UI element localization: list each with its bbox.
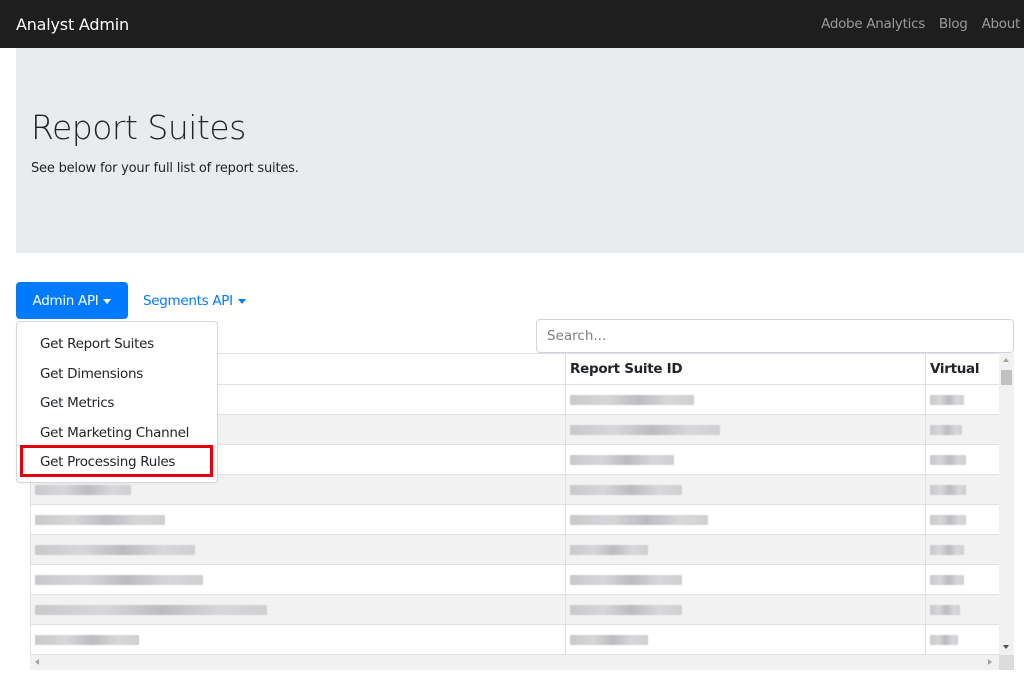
redacted-text xyxy=(930,484,966,495)
cell-report-suite-id xyxy=(565,384,926,415)
menu-item-get-dimensions[interactable]: Get Dimensions xyxy=(17,360,217,390)
redacted-text xyxy=(570,634,648,645)
top-navbar: Analyst Admin Adobe Analytics Blog About xyxy=(0,0,1024,48)
redacted-text xyxy=(570,394,694,405)
nav-link-adobe-analytics[interactable]: Adobe Analytics xyxy=(821,16,925,32)
nav-link-blog[interactable]: Blog xyxy=(939,16,968,32)
menu-item-get-report-suites[interactable]: Get Report Suites xyxy=(17,330,217,360)
caret-down-icon xyxy=(237,298,246,304)
redacted-text xyxy=(570,424,720,435)
redacted-text xyxy=(35,544,195,555)
cell-report-suite-id xyxy=(565,414,926,445)
table-row[interactable] xyxy=(30,564,1000,595)
cell-report-suite-id xyxy=(565,474,926,505)
redacted-text xyxy=(930,634,958,645)
menu-item-get-processing-rules[interactable]: Get Processing Rules xyxy=(17,448,217,478)
column-header-virtual[interactable]: Virtual xyxy=(925,353,1000,385)
table-row[interactable] xyxy=(30,534,1000,565)
redacted-text xyxy=(570,544,648,555)
redacted-text xyxy=(570,484,682,495)
cell-name xyxy=(30,594,566,625)
column-header-report-suite-id[interactable]: Report Suite ID xyxy=(565,353,926,385)
redacted-text xyxy=(35,484,131,495)
redacted-text xyxy=(570,514,708,525)
redacted-text xyxy=(35,514,165,525)
table-row[interactable] xyxy=(30,624,1000,655)
scroll-left-arrow-icon[interactable] xyxy=(35,659,39,665)
nav-link-about[interactable]: About xyxy=(982,16,1021,32)
scrollbar-thumb[interactable] xyxy=(1001,370,1012,385)
cell-virtual xyxy=(925,624,1000,655)
segments-api-dropdown-button[interactable]: Segments API xyxy=(134,282,255,319)
cell-report-suite-id xyxy=(565,444,926,475)
brand-logo[interactable]: Analyst Admin xyxy=(16,15,129,34)
redacted-text xyxy=(570,574,682,585)
admin-api-label: Admin API xyxy=(32,292,99,309)
cell-virtual xyxy=(925,504,1000,535)
cell-name xyxy=(30,624,566,655)
scroll-down-arrow-icon[interactable] xyxy=(1003,645,1009,649)
cell-name xyxy=(30,504,566,535)
caret-down-icon xyxy=(103,298,112,304)
cell-virtual xyxy=(925,474,1000,505)
search-input[interactable] xyxy=(536,319,1014,353)
cell-name xyxy=(30,564,566,595)
redacted-text xyxy=(35,604,267,615)
redacted-text xyxy=(35,574,203,585)
admin-api-dropdown-button[interactable]: Admin API xyxy=(16,282,128,319)
table-row[interactable] xyxy=(30,594,1000,625)
cell-name xyxy=(30,534,566,565)
redacted-text xyxy=(930,514,966,525)
redacted-text xyxy=(930,394,964,405)
scrollbar-corner xyxy=(999,655,1014,670)
cell-report-suite-id xyxy=(565,534,926,565)
cell-virtual xyxy=(925,384,1000,415)
cell-report-suite-id xyxy=(565,594,926,625)
menu-item-get-marketing-channel[interactable]: Get Marketing Channel xyxy=(17,419,217,449)
cell-report-suite-id xyxy=(565,624,926,655)
redacted-text xyxy=(930,574,964,585)
table-row[interactable] xyxy=(30,504,1000,535)
redacted-text xyxy=(570,604,682,615)
redacted-text xyxy=(930,424,962,435)
admin-api-dropdown-menu: Get Report Suites Get Dimensions Get Met… xyxy=(16,321,218,483)
nav-links: Adobe Analytics Blog About xyxy=(807,16,1020,32)
cell-virtual xyxy=(925,414,1000,445)
redacted-text xyxy=(930,454,966,465)
cell-virtual xyxy=(925,564,1000,595)
page-title: Report Suites xyxy=(31,108,246,147)
segments-api-label: Segments API xyxy=(143,292,233,309)
redacted-text xyxy=(930,604,960,615)
scroll-up-arrow-icon[interactable] xyxy=(1003,358,1009,362)
horizontal-scrollbar[interactable] xyxy=(30,655,999,670)
cell-report-suite-id xyxy=(565,504,926,535)
redacted-text xyxy=(570,454,674,465)
cell-virtual xyxy=(925,594,1000,625)
page-subtitle: See below for your full list of report s… xyxy=(31,161,299,176)
cell-virtual xyxy=(925,534,1000,565)
jumbotron: Report Suites See below for your full li… xyxy=(16,48,1024,253)
cell-virtual xyxy=(925,444,1000,475)
redacted-text xyxy=(35,634,139,645)
scroll-right-arrow-icon[interactable] xyxy=(988,659,992,665)
menu-item-get-metrics[interactable]: Get Metrics xyxy=(17,389,217,419)
vertical-scrollbar[interactable] xyxy=(999,353,1014,655)
cell-report-suite-id xyxy=(565,564,926,595)
redacted-text xyxy=(930,544,964,555)
